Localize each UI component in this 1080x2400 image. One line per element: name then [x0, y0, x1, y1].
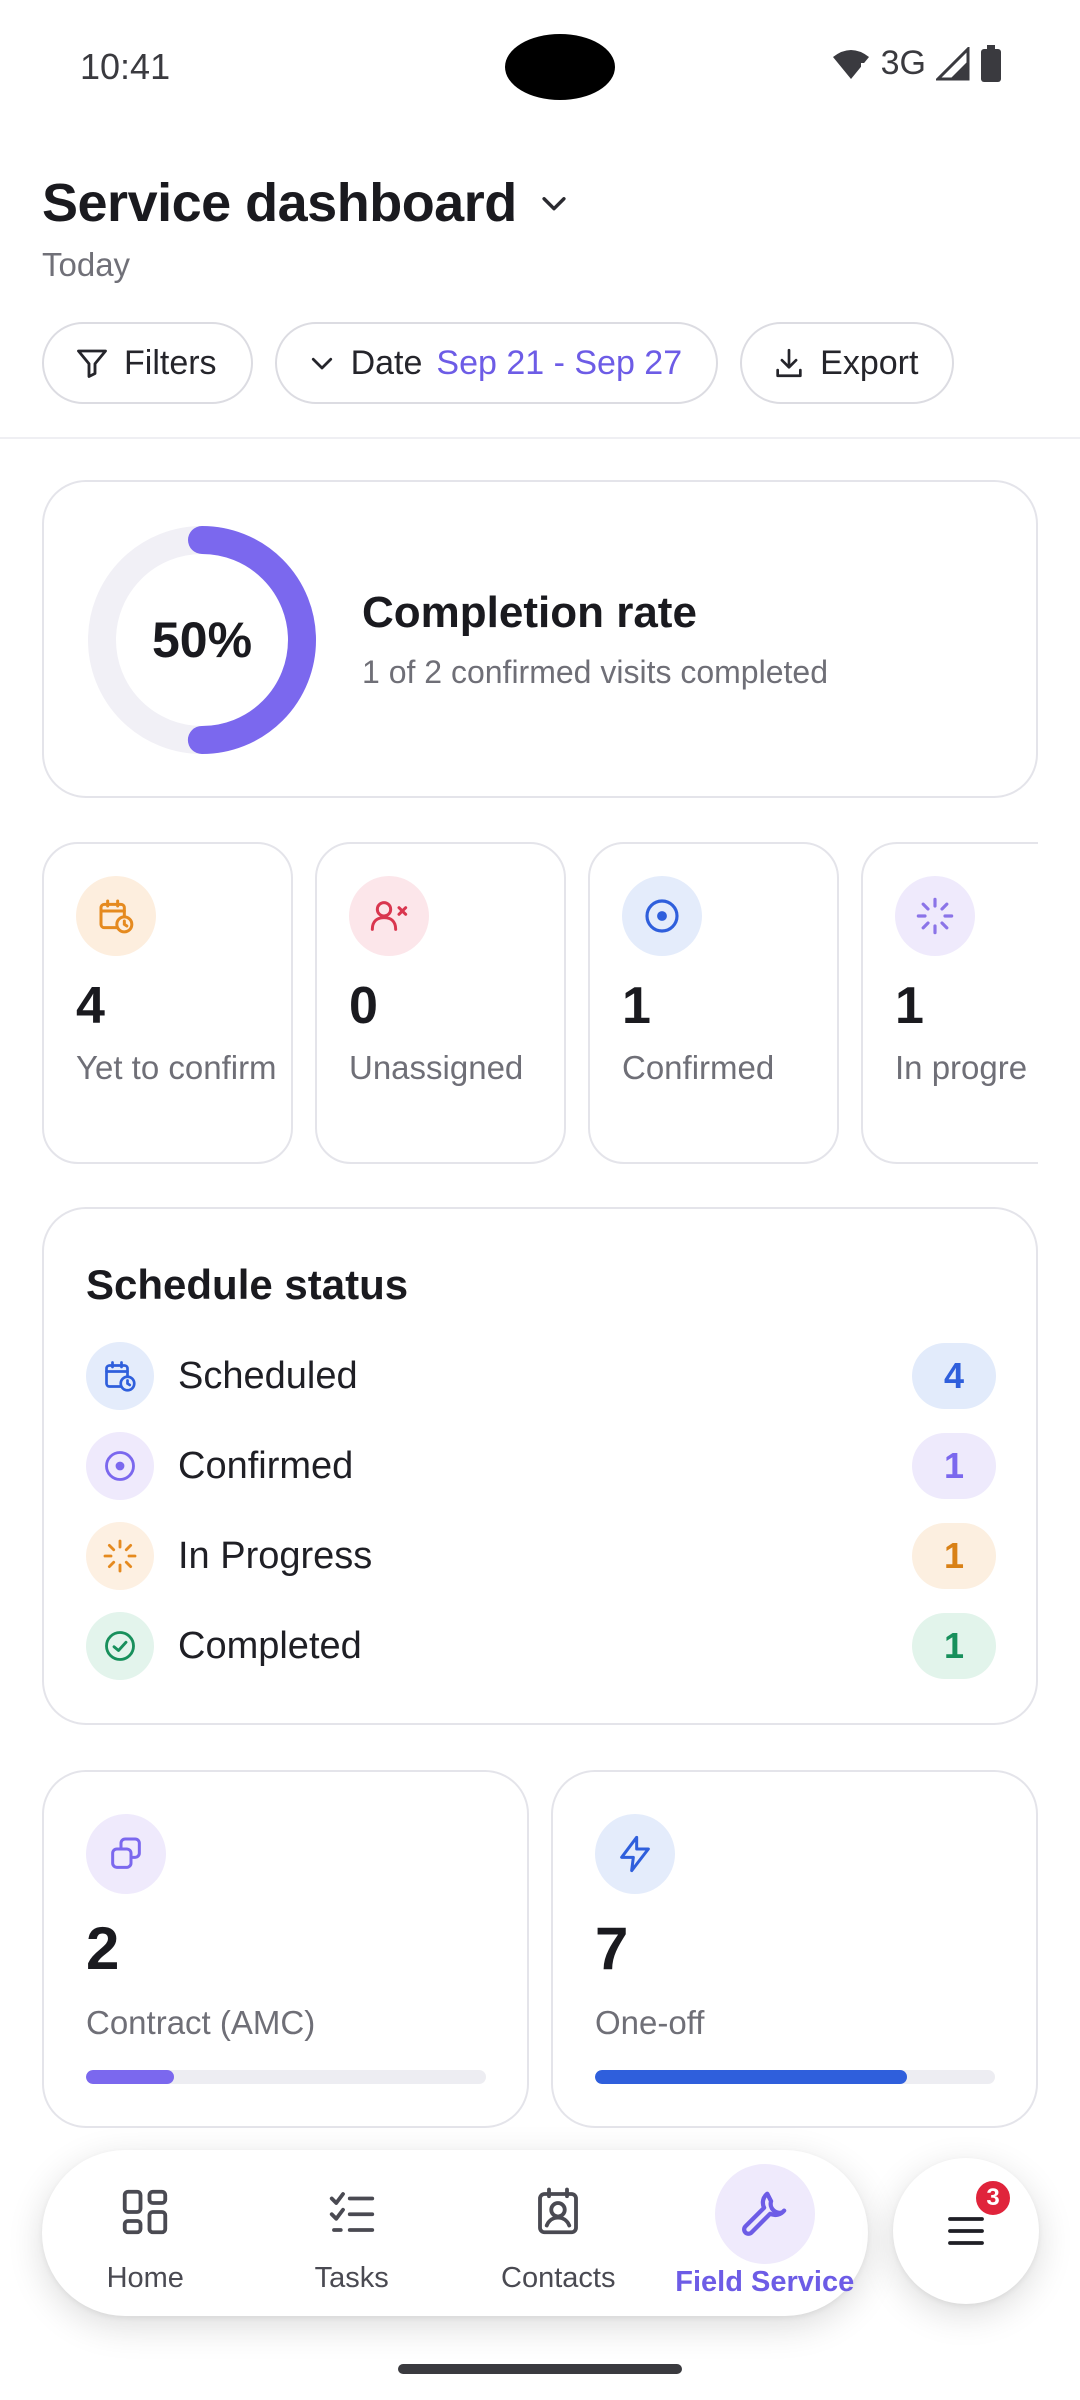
status-time: 10:41 — [80, 46, 171, 87]
filter-icon — [77, 349, 107, 378]
filter-chips: Filters Date Sep 21 - Sep 27 Export — [42, 322, 955, 404]
nav-label: Home — [106, 2262, 184, 2294]
stat-label: Confirmed — [622, 1049, 775, 1086]
schedule-label: In Progress — [178, 1534, 373, 1577]
schedule-title: Schedule status — [86, 1261, 409, 1308]
schedule-status-card: Schedule status Scheduled 4 Confirmed 1 … — [42, 1207, 1038, 1725]
chevron-down-icon — [311, 357, 332, 370]
date-range-value: Sep 21 - Sep 27 — [436, 343, 683, 382]
schedule-count-badge: 1 — [912, 1613, 996, 1679]
nav-label: Field Service — [675, 2266, 855, 2298]
checklist-icon — [302, 2174, 402, 2250]
schedule-row-completed[interactable]: Completed 1 — [86, 1611, 996, 1681]
stat-in-progress[interactable]: 1 In progre — [861, 842, 1038, 1164]
copy-icon — [86, 1814, 166, 1894]
one-off-label: One-off — [595, 2004, 705, 2041]
export-label: Export — [820, 343, 919, 382]
export-button[interactable]: Export — [740, 322, 955, 404]
nav-home[interactable]: Home — [42, 2150, 249, 2316]
completion-title: Completion rate — [362, 588, 697, 637]
stat-label: Unassigned — [349, 1049, 524, 1086]
schedule-label: Completed — [178, 1624, 362, 1667]
target-circle-icon — [622, 876, 702, 956]
stat-value: 0 — [349, 977, 378, 1035]
contract-label: Contract (AMC) — [86, 2004, 316, 2041]
nav-tasks[interactable]: Tasks — [249, 2150, 456, 2316]
nav-field-service[interactable]: Field Service — [662, 2150, 869, 2316]
completion-subtitle: 1 of 2 confirmed visits completed — [362, 654, 828, 690]
schedule-count-badge: 4 — [912, 1343, 996, 1409]
date-range-button[interactable]: Date Sep 21 - Sep 27 — [274, 322, 719, 404]
battery-icon — [981, 44, 1001, 82]
network-type: 3G — [880, 44, 926, 82]
page-subtitle: Today — [42, 246, 131, 283]
status-bar: 10:41 3G — [0, 0, 1080, 135]
zap-icon — [595, 1814, 675, 1894]
wrench-icon — [714, 2164, 815, 2264]
page-title: Service dashboard — [42, 173, 517, 233]
contract-progress-fill — [86, 2070, 174, 2084]
filters-button[interactable]: Filters — [42, 322, 253, 404]
schedule-count-badge: 1 — [912, 1433, 996, 1499]
schedule-count-badge: 1 — [912, 1523, 996, 1589]
menu-button[interactable]: 3 — [893, 2158, 1039, 2304]
contract-amc-card[interactable]: 2 Contract (AMC) — [42, 1770, 529, 2128]
date-label: Date — [350, 343, 423, 382]
stat-label: Yet to confirm — [76, 1049, 277, 1086]
download-icon — [776, 348, 802, 378]
bottom-nav: Home Tasks Contacts Field Service — [42, 2150, 868, 2316]
schedule-row-confirmed[interactable]: Confirmed 1 — [86, 1431, 996, 1501]
completion-percent: 50% — [151, 612, 253, 668]
stat-value: 1 — [622, 977, 651, 1035]
contract-count: 2 — [86, 1915, 120, 1982]
signal-icon — [936, 46, 970, 80]
nav-contacts[interactable]: Contacts — [455, 2150, 662, 2316]
schedule-row-scheduled[interactable]: Scheduled 4 — [86, 1341, 996, 1411]
menu-notification-badge: 3 — [973, 2178, 1013, 2218]
target-circle-icon — [86, 1432, 154, 1500]
one-off-progress-track — [595, 2070, 995, 2084]
grid-icon — [95, 2174, 195, 2250]
one-off-count: 7 — [595, 1915, 629, 1982]
stat-value: 4 — [76, 977, 105, 1035]
wifi-icon — [832, 49, 869, 79]
stat-label: In progre — [895, 1049, 1028, 1086]
home-indicator[interactable] — [398, 2364, 682, 2374]
nav-label: Contacts — [501, 2262, 616, 2294]
dashboard-selector[interactable]: Service dashboard — [42, 172, 571, 234]
schedule-row-in-progress[interactable]: In Progress 1 — [86, 1521, 996, 1591]
contact-badge-icon — [508, 2174, 608, 2250]
nav-label: Tasks — [314, 2262, 389, 2294]
stat-confirmed[interactable]: 1 Confirmed — [588, 842, 839, 1164]
filters-label: Filters — [124, 343, 217, 382]
one-off-progress-fill — [595, 2070, 907, 2084]
completion-rate-card[interactable]: 50% Completion rate 1 of 2 confirmed vis… — [42, 480, 1038, 798]
schedule-label: Scheduled — [178, 1354, 358, 1397]
camera-cutout — [505, 34, 615, 100]
contract-progress-track — [86, 2070, 486, 2084]
status-icons: 3G — [831, 44, 1002, 83]
schedule-label: Confirmed — [178, 1444, 354, 1487]
stat-yet-to-confirm[interactable]: 4 Yet to confirm — [42, 842, 293, 1164]
stats-carousel[interactable]: 4 Yet to confirm 0 Unassigned 1 Confirme… — [42, 842, 1038, 1164]
check-circle-icon — [86, 1612, 154, 1680]
user-x-icon — [349, 876, 429, 956]
chevron-down-icon — [542, 197, 566, 211]
calendar-clock-icon — [86, 1342, 154, 1410]
stat-value: 1 — [895, 977, 924, 1035]
calendar-clock-icon — [76, 876, 156, 956]
stat-unassigned[interactable]: 0 Unassigned — [315, 842, 566, 1164]
header-divider — [0, 437, 1080, 439]
one-off-card[interactable]: 7 One-off — [551, 1770, 1038, 2128]
loader-icon — [86, 1522, 154, 1590]
loader-icon — [895, 876, 975, 956]
